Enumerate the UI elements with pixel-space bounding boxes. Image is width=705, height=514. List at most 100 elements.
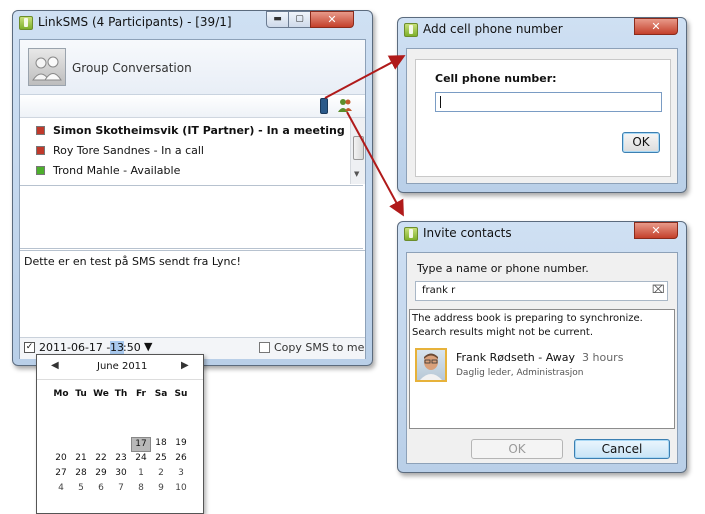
invite-title: Invite contacts (423, 226, 512, 240)
invite-dialog: Invite contacts ✕ Type a name or phone n… (397, 221, 687, 473)
calendar-day[interactable]: 6 (91, 482, 111, 495)
date-dropdown-icon[interactable]: ▼ (144, 340, 152, 353)
schedule-minute[interactable]: :50 (123, 341, 141, 354)
conversation-label: Group Conversation (72, 61, 192, 75)
calendar-day[interactable]: 28 (71, 467, 91, 480)
main-client-area: Group Conversation Simon Skotheimsvik (I… (19, 39, 366, 359)
busy-status-icon (36, 126, 45, 135)
message-text: Dette er en test på SMS sendt fra Lync! (24, 255, 241, 268)
maximize-button[interactable]: ▢ (288, 11, 311, 28)
clear-search-icon[interactable]: ⌧ (652, 283, 665, 296)
busy-status-icon (36, 146, 45, 155)
add-cell-panel: Cell phone number: OK (415, 59, 671, 177)
search-results: The address book is preparing to synchro… (409, 309, 675, 429)
calendar-day-selected[interactable]: 17 (131, 437, 151, 452)
schedule-checkbox[interactable]: ✓ (24, 342, 35, 353)
add-cell-client: Cell phone number: OK (406, 48, 678, 184)
main-window: LinkSMS (4 Participants) - [39/1] ▬ ▢ ✕ … (12, 10, 373, 366)
invite-app-icon (404, 227, 418, 241)
calendar-day[interactable]: 3 (171, 467, 191, 480)
calendar-day[interactable]: 20 (51, 452, 71, 465)
cell-phone-label: Cell phone number: (435, 72, 557, 85)
invite-prompt: Type a name or phone number. (417, 262, 589, 275)
calendar-day[interactable]: 19 (171, 437, 191, 450)
calendar-day[interactable]: 27 (51, 467, 71, 480)
participant-name: Trond Mahle - Available (53, 164, 181, 177)
schedule-date[interactable]: 2011-06-17 - (39, 341, 110, 354)
message-input[interactable]: Dette er en test på SMS sendt fra Lync! (20, 250, 365, 337)
calendar-header: ◀ June 2011 ▶ (37, 355, 203, 380)
copy-sms-checkbox[interactable] (259, 342, 270, 353)
add-cell-title: Add cell phone number (423, 22, 563, 36)
calendar-day[interactable]: 18 (151, 437, 171, 450)
participant-scrollbar[interactable]: ▼ (350, 118, 365, 184)
scroll-down-icon[interactable]: ▼ (354, 170, 359, 178)
invite-close-button[interactable]: ✕ (634, 222, 678, 239)
weekday-header: Th (114, 389, 128, 399)
calendar-day[interactable]: 5 (71, 482, 91, 495)
participant-row[interactable]: Roy Tore Sandnes - In a call (20, 142, 350, 160)
group-avatar-icon (28, 48, 66, 86)
calendar-day[interactable]: 30 (111, 467, 131, 480)
text-cursor (440, 96, 441, 108)
participant-row[interactable]: Trond Mahle - Available (20, 162, 350, 180)
calendar-day[interactable]: 24 (131, 452, 151, 465)
sync-notice-line1: The address book is preparing to synchro… (412, 313, 643, 324)
available-status-icon (36, 166, 45, 175)
close-button[interactable]: ✕ (310, 11, 354, 28)
calendar-day[interactable]: 7 (111, 482, 131, 495)
linksms-app-icon (19, 16, 33, 30)
calendar-day[interactable]: 8 (131, 482, 151, 495)
calendar-day[interactable]: 23 (111, 452, 131, 465)
contact-result-row[interactable]: Frank Rødseth - Away 3 hours Daglig lede… (412, 348, 670, 384)
calendar-day[interactable]: 10 (171, 482, 191, 495)
invite-titlebar: Invite contacts ✕ (398, 222, 686, 246)
scroll-thumb[interactable] (353, 136, 364, 160)
sync-notice-line2: Search results might not be current. (412, 327, 594, 338)
invite-cancel-button[interactable]: Cancel (574, 439, 670, 459)
invite-ok-button[interactable]: OK (471, 439, 563, 459)
calendar-popup: ◀ June 2011 ▶ Mo Tu We Th Fr Sa Su 17 18 19 20 21 22… (36, 354, 204, 514)
contact-search-value: frank r (422, 285, 456, 296)
calendar-day[interactable]: 9 (151, 482, 171, 495)
next-month-icon[interactable]: ▶ (181, 360, 189, 371)
contact-name: Frank Rødseth - Away (456, 351, 576, 364)
add-cell-close-button[interactable]: ✕ (634, 18, 678, 35)
calendar-day[interactable]: 29 (91, 467, 111, 480)
cell-phone-input[interactable] (435, 92, 662, 112)
schedule-hour[interactable]: 13 (110, 341, 124, 354)
participant-name: Roy Tore Sandnes - In a call (53, 144, 204, 157)
weekday-header: Fr (135, 389, 146, 399)
conversation-toolbar (20, 95, 365, 118)
calendar-day[interactable]: 25 (151, 452, 171, 465)
weekday-header: We (93, 389, 109, 399)
main-titlebar: LinkSMS (4 Participants) - [39/1] ▬ ▢ ✕ (13, 11, 372, 35)
add-cell-dialog: Add cell phone number ✕ Cell phone numbe… (397, 17, 687, 193)
add-cell-ok-button[interactable]: OK (622, 132, 660, 153)
conversation-header: Group Conversation (20, 40, 365, 95)
calendar-day[interactable]: 4 (51, 482, 71, 495)
add-cell-titlebar: Add cell phone number ✕ (398, 18, 686, 42)
contact-title: Daglig leder, Administrasjon (456, 368, 584, 378)
calendar-day[interactable]: 21 (71, 452, 91, 465)
mobile-phone-icon[interactable] (320, 98, 328, 114)
participant-name: Simon Skotheimsvik (IT Partner) - In a m… (53, 124, 345, 137)
window-title: LinkSMS (4 Participants) - [39/1] (38, 15, 232, 29)
conversation-history (20, 185, 363, 249)
participant-list: Simon Skotheimsvik (IT Partner) - In a m… (20, 118, 365, 184)
weekday-header: Su (174, 389, 188, 399)
copy-sms-label: Copy SMS to me (274, 341, 365, 354)
invite-client: Type a name or phone number. frank r ⌧ T… (406, 252, 678, 464)
add-contact-icon[interactable] (337, 97, 353, 113)
prev-month-icon[interactable]: ◀ (51, 360, 59, 371)
contact-search-input[interactable]: frank r ⌧ (415, 281, 668, 301)
add-cell-app-icon (404, 23, 418, 37)
minimize-button[interactable]: ▬ (266, 11, 289, 28)
calendar-day[interactable]: 26 (171, 452, 191, 465)
calendar-day[interactable]: 22 (91, 452, 111, 465)
calendar-day[interactable]: 1 (131, 467, 151, 480)
participant-row[interactable]: Simon Skotheimsvik (IT Partner) - In a m… (20, 122, 350, 140)
contact-photo (415, 348, 447, 382)
weekday-header: Tu (75, 389, 87, 399)
calendar-day[interactable]: 2 (151, 467, 171, 480)
